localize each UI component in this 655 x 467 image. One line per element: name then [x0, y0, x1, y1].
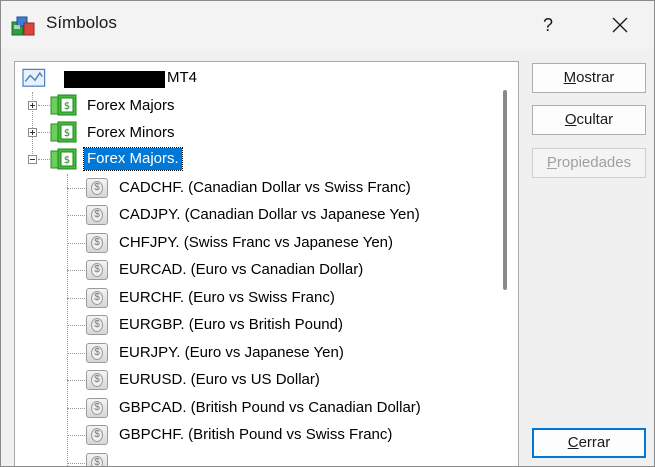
window-title: Símbolos	[46, 13, 117, 32]
symbol-row[interactable]: $ GBPCHF. (British Pound vs Swiss Franc)	[15, 421, 495, 448]
symbol-group-icon: $	[50, 94, 77, 116]
currency-symbol-icon: $	[86, 398, 108, 418]
symbol-row[interactable]: $ CADJPY. (Canadian Dollar vs Japanese Y…	[15, 201, 495, 228]
svg-text:$: $	[64, 101, 70, 112]
show-button-mnemonic: M	[563, 69, 577, 86]
show-button[interactable]: Mostrar	[532, 63, 646, 93]
symbol-row[interactable]: $ EURCHF. (Euro vs Swiss Franc)	[15, 284, 495, 311]
collapse-icon[interactable]	[28, 155, 37, 164]
symbol-row[interactable]: $ EURCAD. (Euro vs Canadian Dollar)	[15, 256, 495, 283]
symbol-label: GBPCHF. (British Pound vs Swiss Franc)	[119, 426, 393, 443]
properties-button-label: ropiedades	[556, 154, 632, 171]
title-bar[interactable]: Símbolos ?	[1, 1, 654, 49]
tree-group-label: Forex Majors	[87, 97, 175, 114]
symbol-label: EURGBP. (Euro vs British Pound)	[119, 316, 343, 333]
symbol-row[interactable]: $ GBPCAD. (British Pound vs Canadian Dol…	[15, 394, 495, 421]
symbol-row[interactable]: $ CADCHF. (Canadian Dollar vs Swiss Fran…	[15, 174, 495, 201]
close-button-label: errar	[578, 434, 611, 451]
currency-symbol-icon: $	[86, 425, 108, 445]
help-button[interactable]: ?	[528, 7, 568, 43]
symbol-label: EURCHF. (Euro vs Swiss Franc)	[119, 289, 335, 306]
symbol-group-icon: $	[50, 121, 77, 143]
tree-guide-line	[67, 188, 85, 189]
close-button[interactable]: Cerrar	[532, 428, 646, 458]
symbol-row-partial[interactable]: $	[15, 449, 495, 466]
symbol-label: EURUSD. (Euro vs US Dollar)	[119, 371, 320, 388]
close-icon	[612, 17, 628, 33]
hide-button-label: cultar	[576, 111, 614, 128]
symbol-row[interactable]: $ CHFJPY. (Swiss Franc vs Japanese Yen)	[15, 229, 495, 256]
hide-button[interactable]: Ocultar	[532, 105, 646, 135]
tree-group-row[interactable]: $ Forex Majors	[15, 92, 495, 119]
tree-guide-line	[67, 380, 85, 381]
svg-text:$: $	[64, 128, 70, 139]
currency-symbol-icon: $	[86, 315, 108, 335]
tree-guide-line	[67, 353, 85, 354]
symbol-row[interactable]: $ EURUSD. (Euro vs US Dollar)	[15, 366, 495, 393]
tree-guide-line	[67, 435, 85, 436]
symbol-label: CADCHF. (Canadian Dollar vs Swiss Franc)	[119, 179, 411, 196]
tree-scrollbar[interactable]	[494, 62, 516, 466]
tree-group-row[interactable]: $ Forex Minors	[15, 119, 495, 146]
tree-guide-line	[38, 132, 50, 133]
hide-button-mnemonic: O	[564, 111, 577, 128]
currency-symbol-icon: $	[86, 453, 108, 466]
close-window-button[interactable]	[598, 7, 642, 43]
symbol-row[interactable]: $ EURJPY. (Euro vs Japanese Yen)	[15, 339, 495, 366]
symbol-row[interactable]: $ EURGBP. (Euro vs British Pound)	[15, 311, 495, 338]
properties-button-mnemonic: P	[546, 154, 557, 171]
symbol-label: CHFJPY. (Swiss Franc vs Japanese Yen)	[119, 234, 394, 251]
tree-group-row-selected[interactable]: $ Forex Majors.	[15, 146, 495, 173]
svg-text:$: $	[64, 155, 70, 166]
properties-button[interactable]: Propiedades	[532, 148, 646, 178]
symbol-label: EURCAD. (Euro vs Canadian Dollar)	[119, 261, 364, 278]
tree-guide-line	[67, 463, 85, 464]
symbol-label: GBPCAD. (British Pound vs Canadian Dolla…	[119, 399, 421, 416]
symbol-label: CADJPY. (Canadian Dollar vs Japanese Yen…	[119, 206, 420, 223]
currency-symbol-icon: $	[86, 370, 108, 390]
show-button-label: ostrar	[576, 69, 615, 86]
tree-guide-line	[67, 325, 85, 326]
tree-guide-line	[67, 243, 85, 244]
symbols-app-icon	[11, 16, 35, 36]
tree-guide-line	[38, 159, 50, 160]
terminal-icon	[22, 68, 46, 87]
currency-symbol-icon: $	[86, 205, 108, 225]
redacted-account-name	[64, 71, 165, 88]
currency-symbol-icon: $	[86, 178, 108, 198]
currency-symbol-icon: $	[86, 260, 108, 280]
symbol-group-icon: $	[50, 148, 77, 170]
close-button-mnemonic: C	[567, 434, 579, 451]
tree-root-row[interactable]: MT4	[15, 64, 495, 91]
symbol-label: EURJPY. (Euro vs Japanese Yen)	[119, 344, 344, 361]
tree-root-label: MT4	[167, 69, 197, 86]
currency-symbol-icon: $	[86, 233, 108, 253]
tree-guide-line	[67, 408, 85, 409]
expand-icon[interactable]	[28, 128, 37, 137]
symbols-tree[interactable]: MT4 $ Forex Majors $ Forex Minors $ Fore…	[14, 61, 519, 466]
symbols-dialog: Símbolos ? MT4 $ Forex Majors $ Forex Mi…	[0, 0, 655, 467]
tree-group-label: Forex Majors.	[83, 147, 183, 171]
tree-guide-line	[67, 270, 85, 271]
tree-guide-line	[38, 105, 50, 106]
scrollbar-thumb[interactable]	[503, 90, 507, 290]
currency-symbol-icon: $	[86, 288, 108, 308]
currency-symbol-icon: $	[86, 343, 108, 363]
tree-guide-line	[67, 215, 85, 216]
expand-icon[interactable]	[28, 101, 37, 110]
tree-group-label: Forex Minors	[87, 124, 175, 141]
tree-guide-line	[67, 298, 85, 299]
